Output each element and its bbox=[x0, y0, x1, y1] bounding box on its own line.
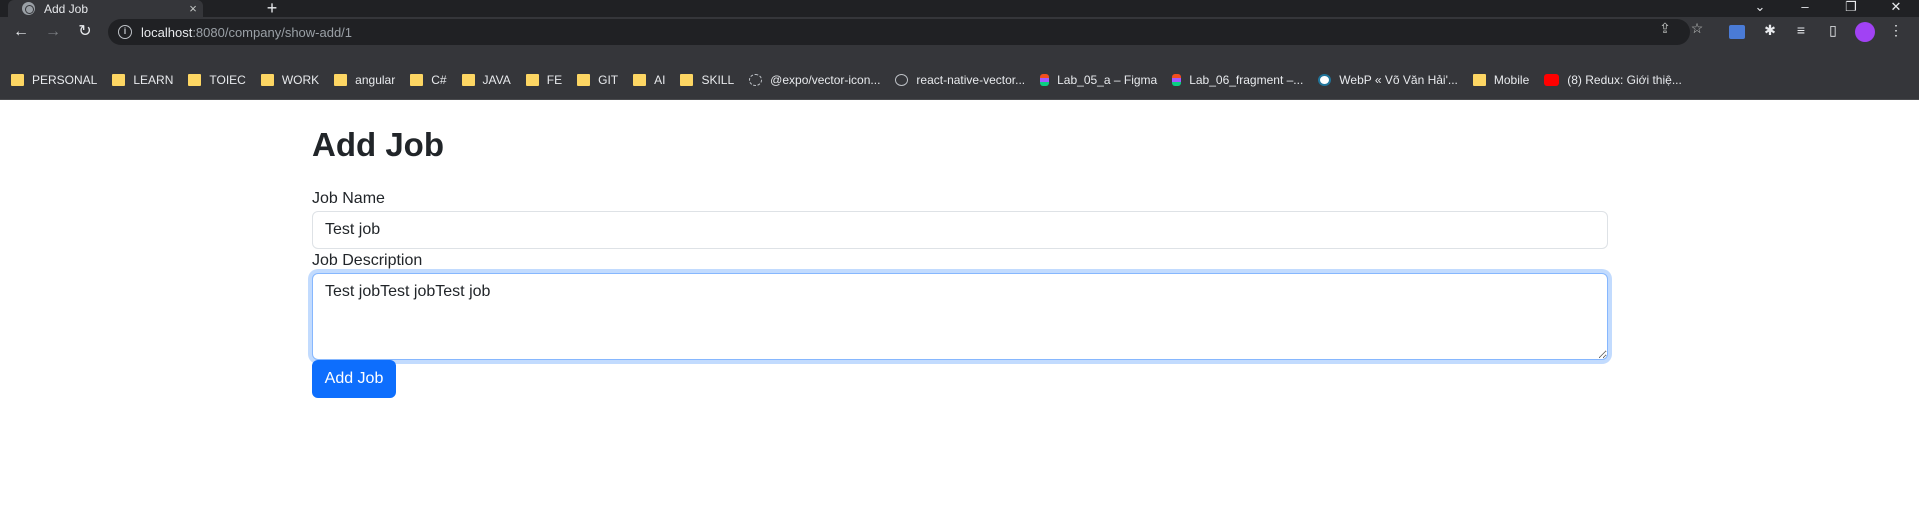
bookmark-label: JAVA bbox=[482, 73, 511, 87]
bookmark-item[interactable]: react-native-vector... bbox=[895, 73, 1025, 87]
bookmark-label: PERSONAL bbox=[32, 73, 98, 87]
bookmarks-row: PERSONAL LEARN TOIEC WORK angular C# JAVA FE GIT… bbox=[11, 72, 1697, 88]
job-name-input[interactable] bbox=[312, 211, 1608, 249]
figma-icon bbox=[1040, 74, 1050, 86]
url-host: localhost bbox=[141, 24, 193, 40]
forward-button[interactable]: → bbox=[42, 21, 64, 43]
restore-button[interactable]: ❐ bbox=[1839, 0, 1863, 15]
bookmark-item[interactable]: AI bbox=[633, 73, 665, 87]
tab-search-icon[interactable]: ⌄ bbox=[1748, 0, 1772, 15]
bookmark-item[interactable]: WORK bbox=[260, 73, 320, 87]
bookmark-label: (8) Redux: Giới thiệ... bbox=[1567, 73, 1682, 87]
close-tab-icon[interactable]: × bbox=[183, 1, 203, 16]
folder-icon bbox=[680, 74, 694, 86]
tab-strip: Add Job × + ⌄ – ❐ ✕ bbox=[0, 0, 1919, 18]
bookmark-item[interactable]: PERSONAL bbox=[11, 73, 97, 87]
job-description-label: Job Description bbox=[312, 252, 423, 269]
folder-icon bbox=[577, 74, 591, 86]
bookmark-item[interactable]: LEARN bbox=[112, 73, 173, 87]
bookmark-item[interactable]: Mobile bbox=[1472, 73, 1530, 87]
folder-icon bbox=[188, 74, 202, 86]
bookmark-item[interactable]: TOIEC bbox=[188, 73, 246, 87]
browser-toolbar: ← → ↻ i localhost :8080/company/show-add… bbox=[0, 17, 1919, 47]
bookmark-label: Lab_06_fragment –... bbox=[1189, 73, 1304, 87]
bookmark-item[interactable]: Lab_05_a – Figma bbox=[1040, 73, 1157, 87]
bookmarks-bar: PERSONAL LEARN TOIEC WORK angular C# JAVA FE GIT… bbox=[0, 47, 1919, 100]
bookmark-item[interactable]: C# bbox=[410, 73, 447, 87]
back-button[interactable]: ← bbox=[10, 21, 32, 43]
folder-icon bbox=[525, 74, 539, 86]
bookmark-label: Mobile bbox=[1493, 73, 1530, 87]
folder-icon bbox=[334, 74, 348, 86]
youtube-icon bbox=[1544, 74, 1560, 86]
reload-button[interactable]: ↻ bbox=[74, 21, 96, 43]
bookmark-label: react-native-vector... bbox=[916, 73, 1026, 87]
figma-icon bbox=[1172, 74, 1182, 86]
bookmark-label: SKILL bbox=[701, 73, 735, 87]
bookmark-star-icon[interactable]: ☆ bbox=[1686, 20, 1708, 37]
globe-icon bbox=[895, 74, 909, 86]
bookmark-item[interactable]: @expo/vector-icon... bbox=[749, 73, 880, 87]
folder-icon bbox=[260, 74, 274, 86]
bookmark-label: angular bbox=[355, 73, 396, 87]
job-description-textarea[interactable]: Test jobTest jobTest job bbox=[312, 273, 1608, 360]
bookmark-item[interactable]: GIT bbox=[577, 73, 618, 87]
close-window-button[interactable]: ✕ bbox=[1884, 0, 1908, 15]
wordpress-icon bbox=[1318, 74, 1332, 86]
tab-title: Add Job bbox=[44, 1, 89, 16]
bookmark-item[interactable]: WebP « Võ Văn Hải'... bbox=[1318, 73, 1458, 87]
bookmark-label: @expo/vector-icon... bbox=[770, 73, 881, 87]
profile-avatar[interactable] bbox=[1855, 22, 1875, 42]
folder-icon bbox=[11, 74, 24, 86]
bookmark-item[interactable]: (8) Redux: Giới thiệ... bbox=[1544, 73, 1682, 87]
bookmark-item[interactable]: JAVA bbox=[461, 73, 511, 87]
folder-icon bbox=[633, 74, 647, 86]
bookmark-label: GIT bbox=[598, 73, 619, 87]
expo-icon bbox=[749, 74, 763, 86]
page-title: Add Job bbox=[312, 126, 444, 163]
site-info-icon[interactable]: i bbox=[118, 25, 132, 39]
url-path: :8080/company/show-add/1 bbox=[192, 24, 353, 40]
bookmark-label: Lab_05_a – Figma bbox=[1057, 73, 1158, 87]
minimize-button[interactable]: – bbox=[1793, 0, 1817, 14]
bookmark-label: FE bbox=[546, 73, 563, 87]
bookmark-label: C# bbox=[431, 73, 447, 87]
browser-tab[interactable]: Add Job × bbox=[8, 0, 203, 17]
folder-icon bbox=[410, 74, 424, 86]
extensions-icon[interactable]: ✱ bbox=[1759, 22, 1781, 39]
bookmark-label: WebP « Võ Văn Hải'... bbox=[1339, 73, 1458, 87]
bookmark-item[interactable]: Lab_06_fragment –... bbox=[1172, 73, 1303, 87]
job-name-label: Job Name bbox=[312, 190, 385, 207]
bookmark-item[interactable]: FE bbox=[525, 73, 563, 87]
side-panel-icon[interactable]: ▯ bbox=[1822, 22, 1844, 39]
address-bar[interactable]: i localhost :8080/company/show-add/1 bbox=[108, 19, 1690, 45]
bookmark-item[interactable]: SKILL bbox=[680, 73, 734, 87]
globe-icon bbox=[22, 2, 35, 15]
bookmark-label: AI bbox=[654, 73, 666, 87]
folder-icon bbox=[1472, 74, 1486, 86]
folder-icon bbox=[461, 74, 475, 86]
chrome-menu-icon[interactable]: ⋮ bbox=[1885, 22, 1907, 39]
share-icon[interactable]: ⇪ bbox=[1654, 20, 1676, 37]
translate-extension-icon[interactable] bbox=[1729, 25, 1745, 39]
bookmark-label: LEARN bbox=[133, 73, 174, 87]
add-job-button[interactable]: Add Job bbox=[312, 360, 396, 398]
bookmark-item[interactable]: angular bbox=[334, 73, 395, 87]
page-content: Add Job Job Name Job Description Test jo… bbox=[0, 100, 1919, 509]
media-controls-icon[interactable]: ≡ bbox=[1790, 22, 1812, 38]
bookmark-label: TOIEC bbox=[209, 73, 246, 87]
bookmark-label: WORK bbox=[281, 73, 320, 87]
folder-icon bbox=[112, 74, 126, 86]
